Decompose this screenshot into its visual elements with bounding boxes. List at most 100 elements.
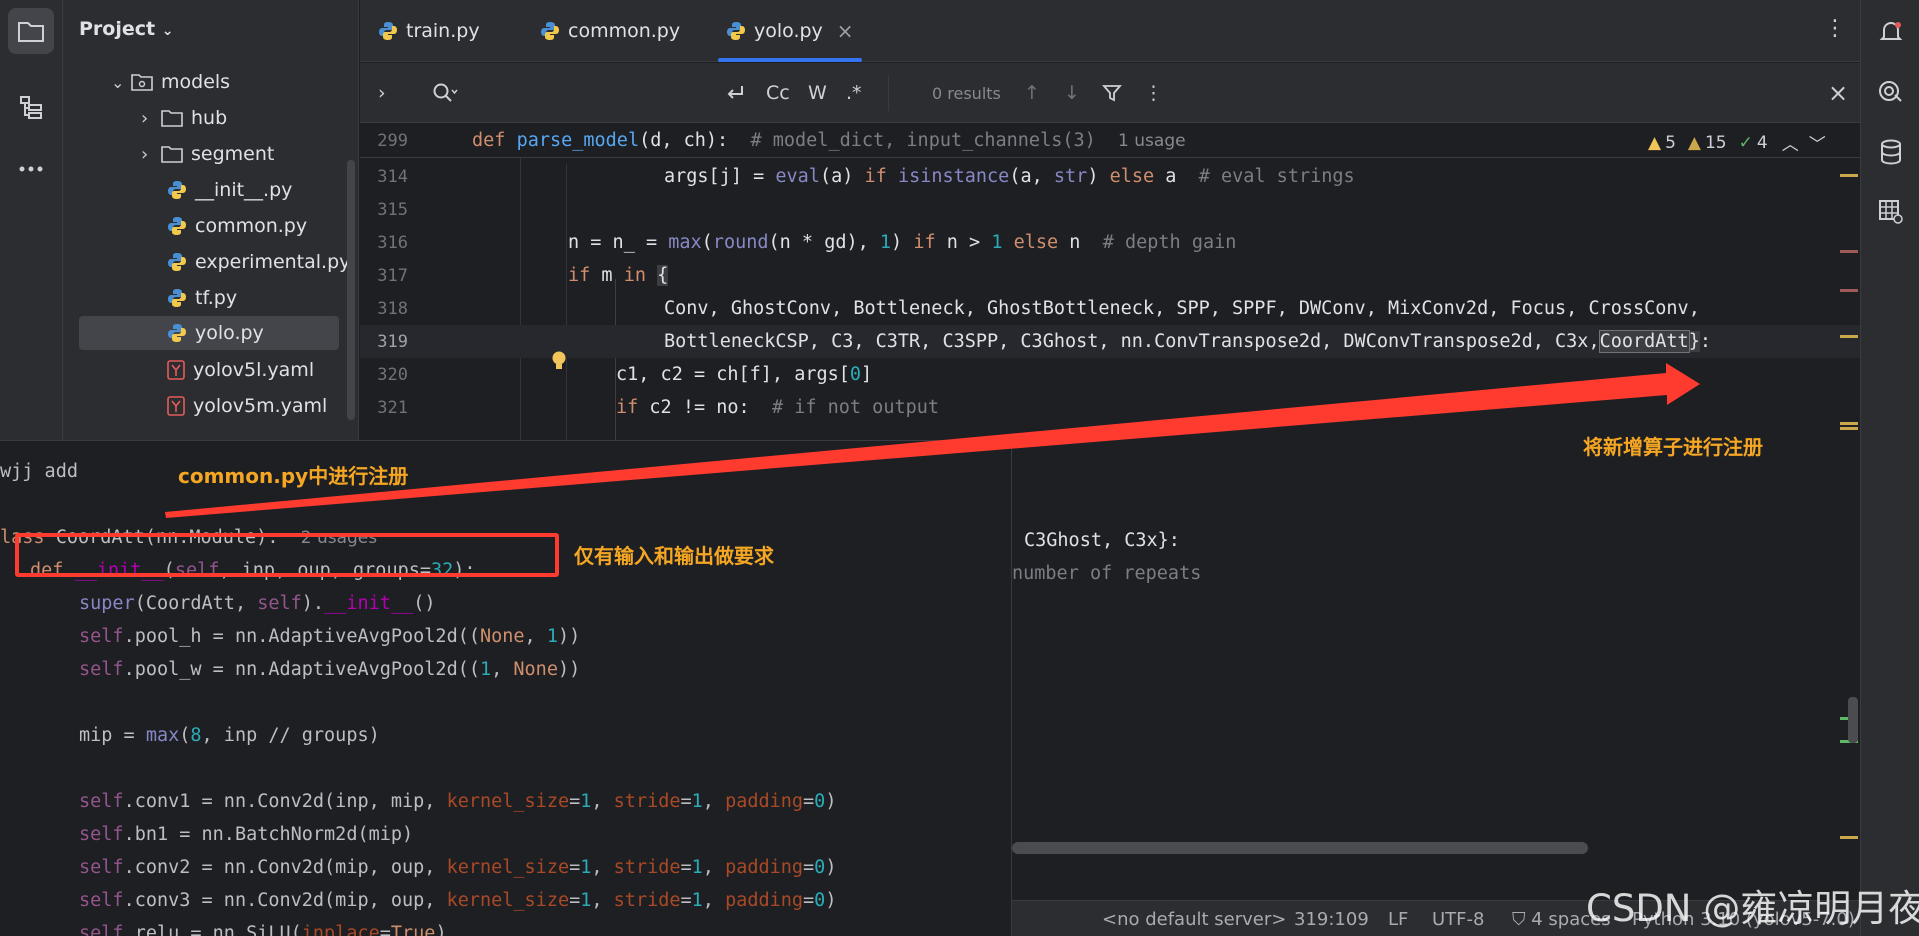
previous-occurrence-button[interactable]: ↑ xyxy=(1024,79,1040,107)
folder-icon xyxy=(18,22,44,42)
usage-hint[interactable]: 1 usage xyxy=(1118,131,1186,151)
highlight-box xyxy=(15,533,559,577)
file-encoding[interactable]: UTF-8 xyxy=(1432,909,1484,930)
stripe-mark[interactable] xyxy=(1840,427,1858,430)
editor-tab-bar: train.py common.py yolo.py × ⋮ xyxy=(360,0,1860,62)
structure-tool-button[interactable] xyxy=(8,84,54,130)
code-line-314: 314 args[j] = eval(a) if isinstance(a, s… xyxy=(360,160,1860,193)
snippet-code-line: self.pool_w = nn.AdaptiveAvgPool2d((1, N… xyxy=(79,659,581,680)
snippet-code-line: self.bn1 = nn.BatchNorm2d(mip) xyxy=(79,824,414,845)
tree-item-hub[interactable]: › hub xyxy=(63,101,353,135)
regex-toggle[interactable]: .* xyxy=(846,79,862,107)
editor-scroll-thumb[interactable] xyxy=(1848,697,1858,743)
tree-item-label: __init__.py xyxy=(195,179,293,201)
arrow-down-icon: ↓ xyxy=(1064,82,1080,104)
project-tool-button[interactable] xyxy=(8,8,54,54)
whole-word-label: W xyxy=(808,82,827,104)
stripe-mark[interactable] xyxy=(1840,335,1858,338)
inspection-widget[interactable]: ▲ 5 ▲ 15 ✓ 4 ︿ ﹀ xyxy=(1648,130,1826,156)
sciview-button[interactable] xyxy=(1871,192,1911,232)
tree-item-label: tf.py xyxy=(195,287,238,309)
sticky-header[interactable]: 299 def parse_model(d, ch): # model_dict… xyxy=(360,124,1860,158)
stripe-mark[interactable] xyxy=(1840,250,1858,253)
line-number: 319 xyxy=(377,331,408,352)
snippet-code-line: super(CoordAtt, self).__init__() xyxy=(79,593,436,614)
tab-options-icon[interactable]: ⋮ xyxy=(1824,16,1846,41)
tree-item-label: yolov5m.yaml xyxy=(193,395,328,417)
annotation-register: 将新增算子进行注册 xyxy=(1583,435,1763,459)
tree-item-label: segment xyxy=(191,143,275,165)
more-dots-icon xyxy=(19,166,43,172)
python-file-icon xyxy=(379,22,397,40)
find-bar: › Cc W .* 0 results ↑ ↓ ⋮ × xyxy=(360,63,1860,123)
python-file-icon xyxy=(168,253,186,271)
line-number: 314 xyxy=(377,166,408,187)
tree-item-experimental[interactable]: experimental.py xyxy=(63,245,353,279)
snippet-code-line: self.conv1 = nn.Conv2d(inp, mip, kernel_… xyxy=(79,791,837,812)
bell-icon xyxy=(1879,22,1903,40)
python-file-icon xyxy=(168,289,186,307)
python-file-icon xyxy=(168,217,186,235)
ai-assistant-button[interactable] xyxy=(1871,72,1911,112)
code-text: n = n_ = max(round(n * gd), 1) if n > 1 … xyxy=(568,232,1237,253)
tree-item-yolov5m[interactable]: yolov5m.yaml xyxy=(63,389,353,423)
search-history-button[interactable] xyxy=(432,79,458,107)
tree-item-yolov5l[interactable]: yolov5l.yaml xyxy=(63,353,353,387)
more-tools-button[interactable] xyxy=(8,146,54,192)
next-occurrence-button[interactable]: ↓ xyxy=(1064,79,1080,107)
folder-icon xyxy=(161,110,183,127)
tree-item-common[interactable]: common.py xyxy=(63,209,353,243)
tree-item-tf[interactable]: tf.py xyxy=(63,281,353,315)
tree-item-label: hub xyxy=(191,107,228,129)
caret-position[interactable]: 319:109 xyxy=(1294,909,1369,930)
chevron-right-icon: › xyxy=(141,107,149,129)
python-file-icon xyxy=(168,181,186,199)
stripe-mark[interactable] xyxy=(1840,289,1858,292)
right-tool-strip xyxy=(1860,0,1919,936)
whole-word-toggle[interactable]: W xyxy=(808,79,827,107)
find-divider xyxy=(888,75,889,111)
snippet-code-line: self.conv3 = nn.Conv2d(mip, oup, kernel_… xyxy=(79,890,837,911)
notifications-button[interactable] xyxy=(1871,12,1911,52)
tree-item-models[interactable]: ⌄ models xyxy=(63,65,353,99)
annotation-inout: 仅有输入和输出做要求 xyxy=(574,544,774,568)
stripe-mark[interactable] xyxy=(1840,836,1858,839)
tree-item-label: experimental.py xyxy=(195,251,351,273)
chevron-up-icon[interactable]: ︿ xyxy=(1782,130,1799,155)
tree-item-yolo[interactable]: yolo.py xyxy=(79,316,339,350)
filter-button[interactable] xyxy=(1102,79,1122,107)
search-icon xyxy=(433,83,458,102)
tree-item-label: models xyxy=(161,71,231,93)
code-line-319: 319 BottleneckCSP, C3, C3TR, C3SPP, C3Gh… xyxy=(360,325,1860,369)
regex-label: .* xyxy=(846,82,862,104)
tab-label: train.py xyxy=(406,20,480,42)
ai-assistant-icon xyxy=(1879,81,1902,102)
line-separator[interactable]: LF xyxy=(1388,909,1408,930)
tree-item-label: common.py xyxy=(195,215,308,237)
match-case-toggle[interactable]: Cc xyxy=(766,79,790,107)
tab-yolo[interactable]: yolo.py × xyxy=(718,0,862,62)
find-options-icon[interactable]: ⋮ xyxy=(1144,79,1163,107)
stripe-mark[interactable] xyxy=(1840,174,1858,177)
expand-replace-icon[interactable]: › xyxy=(378,79,386,107)
new-line-icon[interactable] xyxy=(724,79,746,107)
tree-item-label: yolo.py xyxy=(195,322,264,344)
stripe-mark[interactable] xyxy=(1840,422,1858,425)
table-view-icon xyxy=(1879,200,1903,224)
tree-item-init[interactable]: __init__.py xyxy=(63,173,353,207)
close-find-icon[interactable]: × xyxy=(1828,79,1848,107)
project-header[interactable]: Project ⌄ xyxy=(79,18,173,40)
close-tab-icon[interactable]: × xyxy=(837,19,854,43)
tab-label: yolo.py xyxy=(754,20,823,42)
code-text: c1, c2 = ch[f], args[0] xyxy=(616,364,873,385)
chevron-down-icon[interactable]: ﹀ xyxy=(1809,130,1826,155)
tree-item-segment[interactable]: › segment xyxy=(63,137,353,171)
horizontal-scrollbar[interactable] xyxy=(1012,842,1588,854)
tab-train[interactable]: train.py xyxy=(378,0,480,62)
code-text: if m in { xyxy=(568,265,669,286)
database-button[interactable] xyxy=(1871,132,1911,172)
project-scrollbar[interactable] xyxy=(347,160,355,420)
tab-common[interactable]: common.py xyxy=(540,0,680,62)
server-status[interactable]: <no default server> xyxy=(1102,909,1286,930)
code-text: args[j] = eval(a) if isinstance(a, str) … xyxy=(664,166,1355,187)
